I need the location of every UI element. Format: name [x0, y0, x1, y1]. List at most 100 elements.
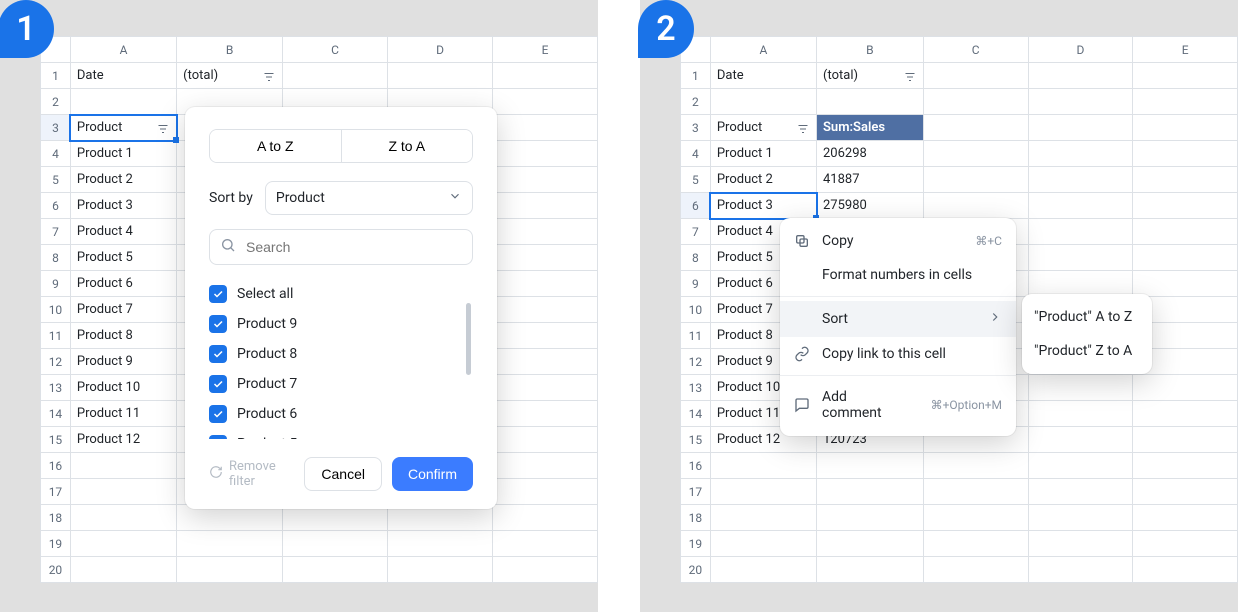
- cell[interactable]: [923, 115, 1028, 141]
- checkbox-checked-icon[interactable]: [209, 435, 227, 439]
- ctx-format-numbers[interactable]: Format numbers in cells: [780, 258, 1016, 292]
- row-header[interactable]: 13: [681, 375, 711, 401]
- row-header[interactable]: 9: [41, 271, 71, 297]
- filter-option[interactable]: Product 5: [209, 429, 465, 439]
- remove-filter-button[interactable]: Remove filter: [209, 459, 304, 489]
- cell[interactable]: [923, 453, 1028, 479]
- cell[interactable]: [1028, 167, 1133, 193]
- cell[interactable]: [283, 557, 388, 583]
- row-header[interactable]: 20: [41, 557, 71, 583]
- row-header[interactable]: 14: [41, 401, 71, 427]
- cell[interactable]: [1028, 115, 1133, 141]
- cell[interactable]: [923, 141, 1028, 167]
- cell[interactable]: [493, 505, 598, 531]
- col-header[interactable]: E: [493, 37, 598, 63]
- cell[interactable]: Product: [710, 115, 816, 141]
- cell[interactable]: [283, 63, 388, 89]
- row-header[interactable]: 3: [681, 115, 711, 141]
- row-header[interactable]: 9: [681, 271, 711, 297]
- row-header[interactable]: 15: [681, 427, 711, 453]
- row-header[interactable]: 8: [681, 245, 711, 271]
- cell[interactable]: [493, 219, 598, 245]
- cell[interactable]: [70, 453, 176, 479]
- cell[interactable]: Product 5: [70, 245, 176, 271]
- row-header[interactable]: 12: [41, 349, 71, 375]
- cell[interactable]: Date: [710, 63, 816, 89]
- filter-option[interactable]: Product 9: [209, 309, 465, 339]
- cancel-button[interactable]: Cancel: [304, 457, 382, 491]
- cell[interactable]: [923, 193, 1028, 219]
- row-header[interactable]: 10: [41, 297, 71, 323]
- cell[interactable]: Product 4: [70, 219, 176, 245]
- cell[interactable]: Product 1: [70, 141, 176, 167]
- cell[interactable]: Product 8: [70, 323, 176, 349]
- filter-icon[interactable]: [796, 122, 810, 136]
- col-header[interactable]: E: [1133, 37, 1238, 63]
- cell[interactable]: [710, 531, 816, 557]
- row-header[interactable]: 14: [681, 401, 711, 427]
- cell[interactable]: [493, 297, 598, 323]
- cell-selected[interactable]: Product: [70, 115, 176, 141]
- cell[interactable]: [70, 505, 176, 531]
- cell[interactable]: [710, 505, 816, 531]
- cell[interactable]: [1133, 89, 1238, 115]
- checkbox-checked-icon[interactable]: [209, 285, 227, 303]
- col-header[interactable]: C: [283, 37, 388, 63]
- filter-icon[interactable]: [262, 70, 276, 84]
- cell[interactable]: [923, 531, 1028, 557]
- cell[interactable]: [1133, 375, 1238, 401]
- row-header[interactable]: 6: [41, 193, 71, 219]
- cell[interactable]: [1028, 63, 1133, 89]
- ctx-sort-atoz[interactable]: "Product" A to Z: [1022, 300, 1152, 334]
- cell[interactable]: [493, 323, 598, 349]
- row-header[interactable]: 19: [681, 531, 711, 557]
- row-header[interactable]: 1: [41, 63, 71, 89]
- confirm-button[interactable]: Confirm: [392, 457, 473, 491]
- search-field[interactable]: [209, 229, 473, 265]
- cell[interactable]: [70, 557, 176, 583]
- row-header[interactable]: 16: [681, 453, 711, 479]
- col-header[interactable]: A: [70, 37, 176, 63]
- cell[interactable]: [1028, 531, 1133, 557]
- cell[interactable]: [1133, 427, 1238, 453]
- cell[interactable]: [817, 453, 924, 479]
- row-header[interactable]: 2: [41, 89, 71, 115]
- row-header[interactable]: 3: [41, 115, 71, 141]
- row-header[interactable]: 7: [41, 219, 71, 245]
- cell[interactable]: [493, 89, 598, 115]
- filter-option[interactable]: Product 7: [209, 369, 465, 399]
- cell[interactable]: Sum:Sales: [817, 115, 924, 141]
- checkbox-checked-icon[interactable]: [209, 375, 227, 393]
- cell[interactable]: Product 11: [70, 401, 176, 427]
- scrollbar-thumb[interactable]: [466, 303, 471, 375]
- checkbox-checked-icon[interactable]: [209, 315, 227, 333]
- cell[interactable]: [1133, 401, 1238, 427]
- col-header[interactable]: B: [177, 37, 283, 63]
- cell[interactable]: [493, 375, 598, 401]
- cell[interactable]: [493, 167, 598, 193]
- cell[interactable]: Product 9: [70, 349, 176, 375]
- cell[interactable]: [493, 115, 598, 141]
- ctx-copy[interactable]: Copy ⌘+C: [780, 224, 1016, 258]
- cell[interactable]: [388, 531, 493, 557]
- cell[interactable]: [493, 193, 598, 219]
- cell[interactable]: [817, 557, 924, 583]
- cell[interactable]: [817, 531, 924, 557]
- cell[interactable]: (total): [817, 63, 924, 89]
- cell[interactable]: Product 3: [70, 193, 176, 219]
- col-header[interactable]: D: [1028, 37, 1133, 63]
- cell[interactable]: [493, 63, 598, 89]
- cell[interactable]: Product 12: [70, 427, 176, 453]
- ctx-sort[interactable]: Sort: [780, 301, 1016, 337]
- cell[interactable]: [1028, 375, 1133, 401]
- cell[interactable]: 275980: [817, 193, 924, 219]
- cell[interactable]: [1028, 219, 1133, 245]
- cell[interactable]: [710, 453, 816, 479]
- cell[interactable]: Product 2: [710, 167, 816, 193]
- cell[interactable]: [1133, 271, 1238, 297]
- row-header[interactable]: 13: [41, 375, 71, 401]
- cell-selected[interactable]: Product 3: [710, 193, 816, 219]
- row-header[interactable]: 7: [681, 219, 711, 245]
- cell[interactable]: [388, 557, 493, 583]
- filter-icon[interactable]: [903, 70, 917, 84]
